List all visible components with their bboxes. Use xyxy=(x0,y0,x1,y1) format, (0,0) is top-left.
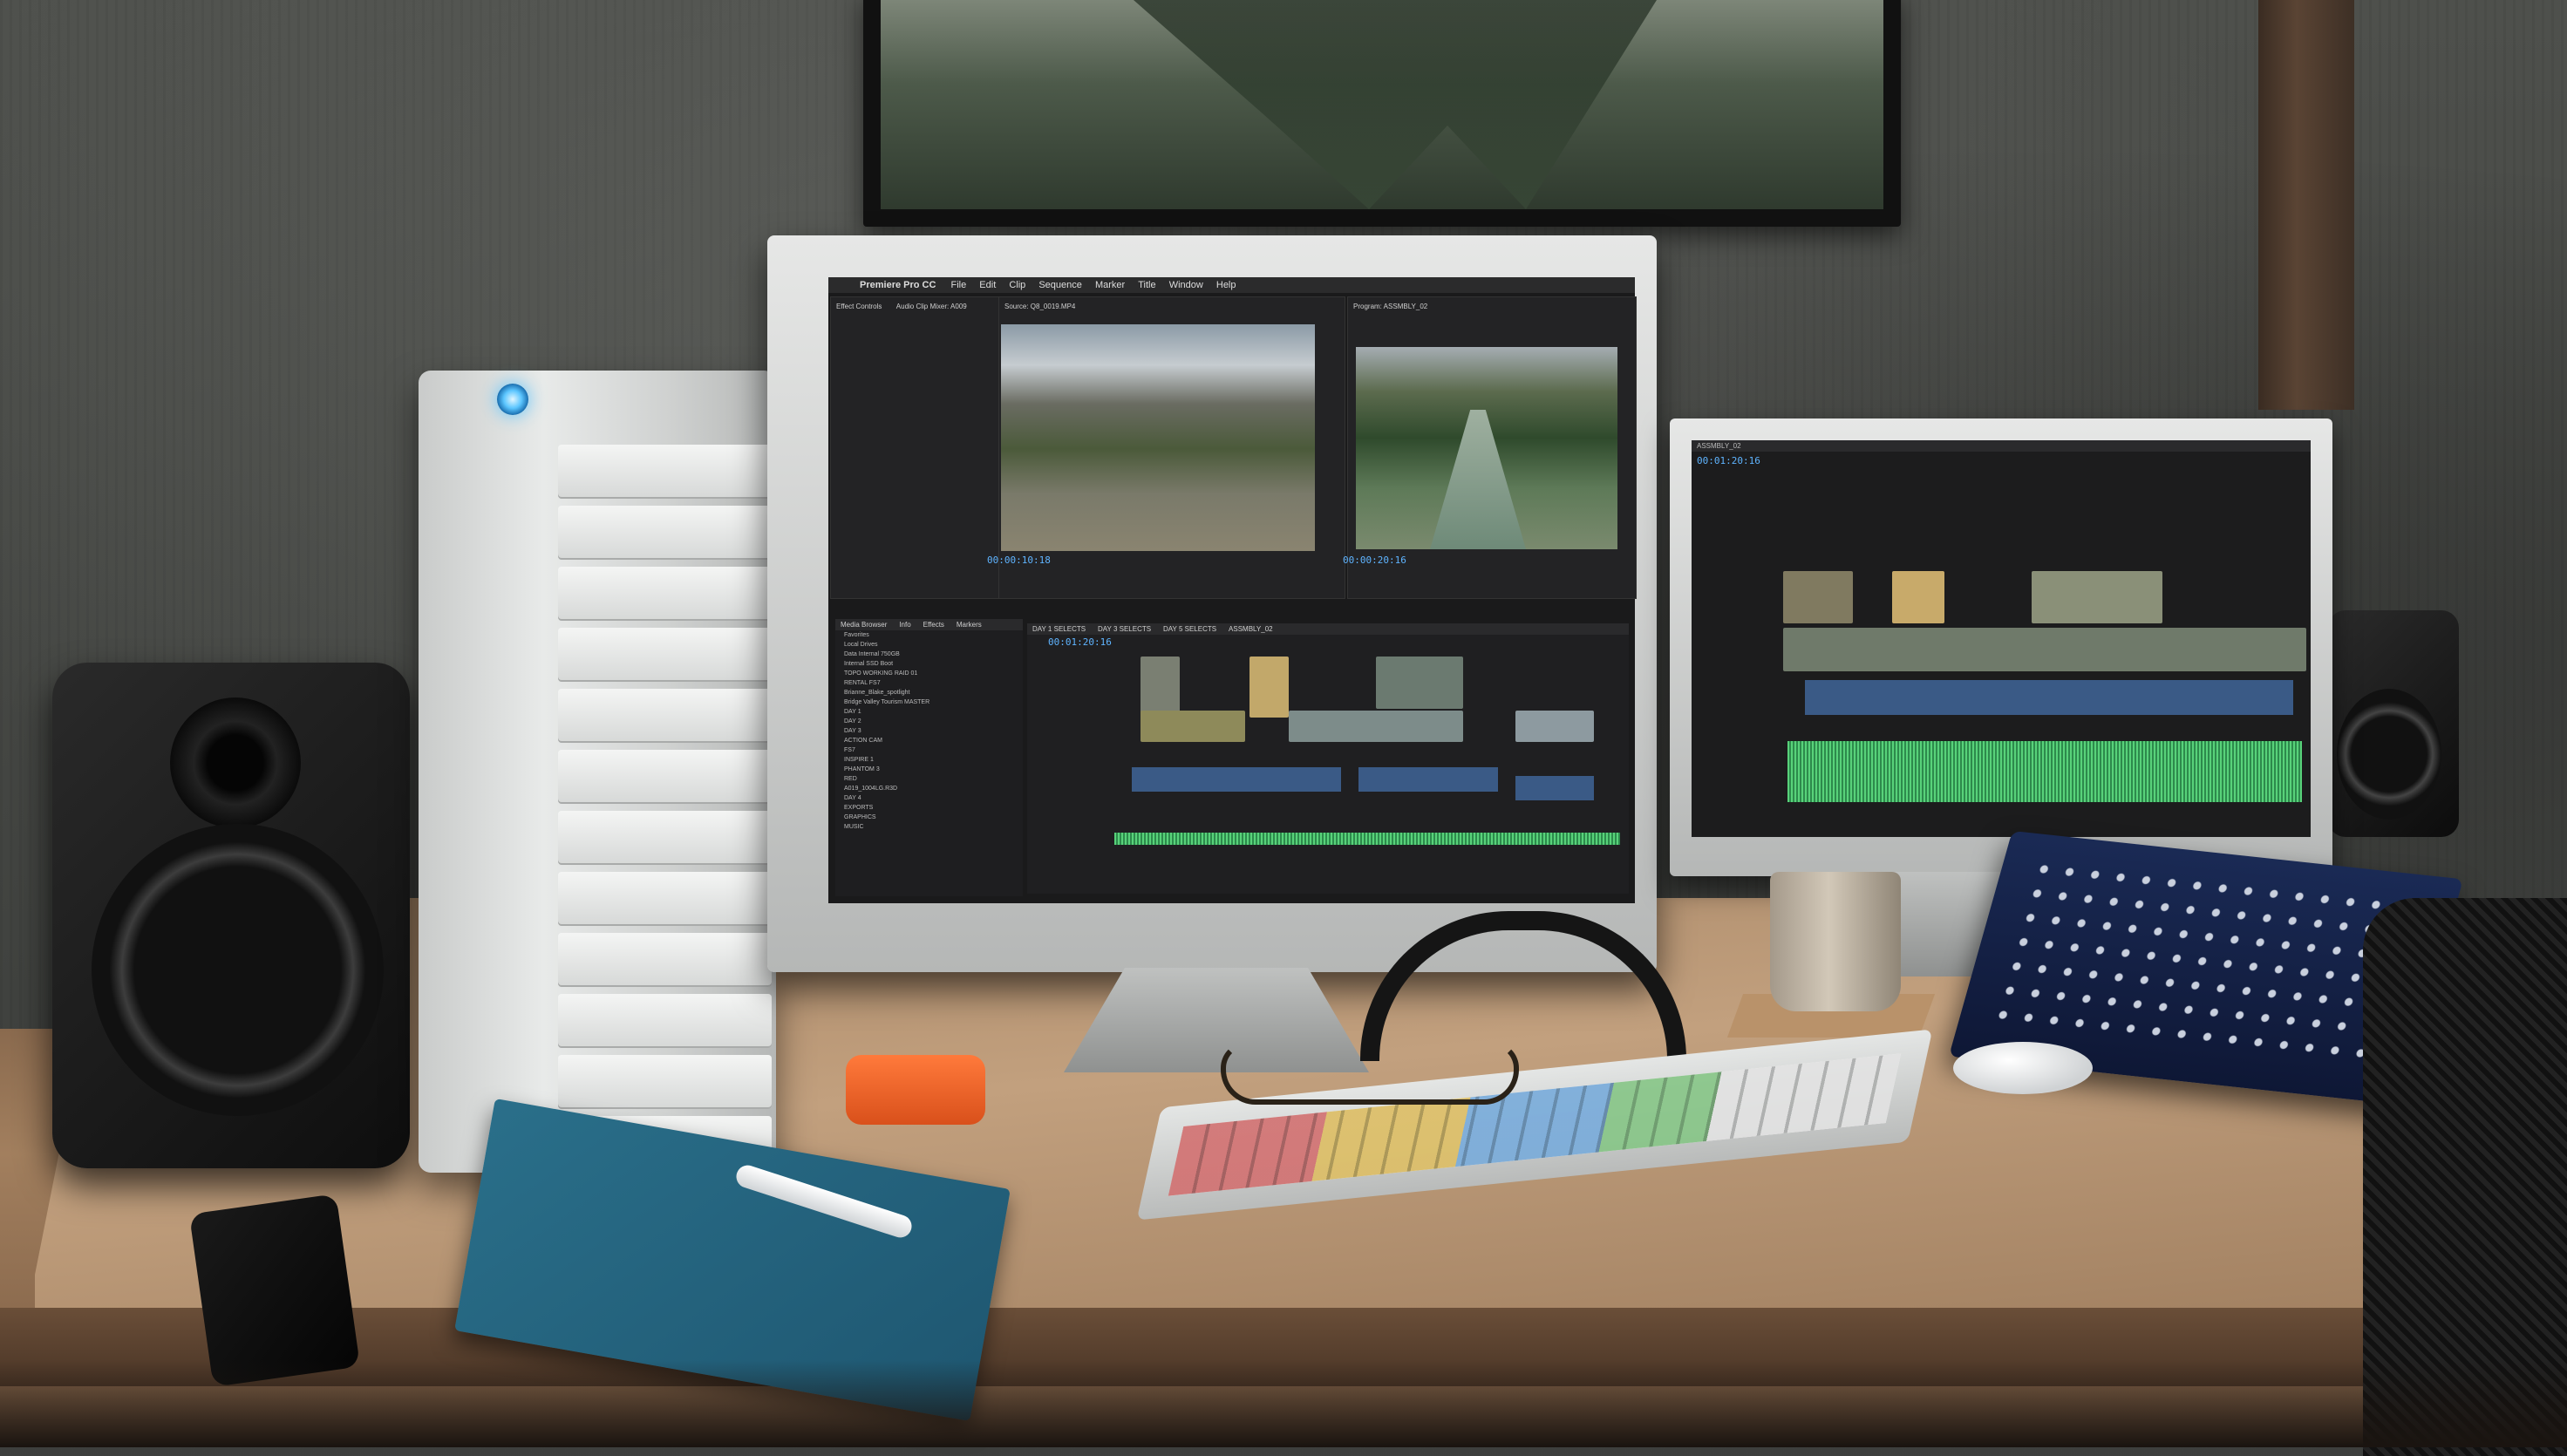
menu-clip[interactable]: Clip xyxy=(1009,277,1025,293)
drive-bay xyxy=(558,811,772,865)
video-clip[interactable] xyxy=(1289,711,1463,742)
speaker-left-tweeter xyxy=(170,697,301,828)
bin-item[interactable]: ACTION CAM xyxy=(835,736,1023,745)
menu-marker[interactable]: Marker xyxy=(1095,277,1125,293)
source-video-frame xyxy=(1001,324,1315,551)
eyeglasses xyxy=(1221,1042,1519,1105)
bin-item[interactable]: Local Drives xyxy=(835,640,1023,650)
bin-item[interactable]: A019_1004LG.R3D xyxy=(835,784,1023,793)
app-menubar: Premiere Pro CC File Edit Clip Sequence … xyxy=(828,277,1635,293)
speaker-right-woofer xyxy=(2337,689,2441,820)
timeline-tab[interactable]: DAY 5 SELECTS xyxy=(1158,623,1222,635)
app-name[interactable]: Premiere Pro CC xyxy=(860,277,936,293)
video-clip[interactable] xyxy=(1249,657,1289,718)
audio-clip[interactable] xyxy=(1805,680,2293,715)
drive-bay xyxy=(558,689,772,743)
bin-item[interactable]: GRAPHICS xyxy=(835,813,1023,822)
second-monitor-screen: ASSMBLY_02 00:01:20:16 xyxy=(1692,440,2311,837)
audio-waveform[interactable] xyxy=(1787,741,2302,802)
bin-item[interactable]: EXPORTS xyxy=(835,803,1023,813)
video-clip[interactable] xyxy=(1141,657,1180,718)
tab-audio-mixer[interactable]: Audio Clip Mixer: A009 xyxy=(891,301,972,312)
bin-item[interactable]: Internal SSD Boot xyxy=(835,659,1023,669)
drive-bay xyxy=(558,750,772,804)
rugged-ssd xyxy=(846,1055,985,1125)
bin-item[interactable]: INSPIRE 1 xyxy=(835,755,1023,765)
timeline-timecode: 00:01:20:16 xyxy=(1048,636,1112,648)
effect-controls-panel: Effect Controls Audio Clip Mixer: A009 xyxy=(830,296,999,599)
video-clip[interactable] xyxy=(1515,711,1594,742)
menu-window[interactable]: Window xyxy=(1169,277,1203,293)
drive-bay xyxy=(558,628,772,682)
bin-item[interactable]: FS7 xyxy=(835,745,1023,755)
tab-source[interactable]: Source: Q8_0019.MP4 xyxy=(999,301,1080,312)
source-timecode: 00:00:10:18 xyxy=(987,555,1051,566)
drive-bay xyxy=(558,994,772,1048)
audio-waveform[interactable] xyxy=(1114,833,1620,845)
second-timeline-tab[interactable]: ASSMBLY_02 xyxy=(1692,440,2311,452)
bin-item[interactable]: MUSIC xyxy=(835,822,1023,832)
bin-item[interactable]: DAY 4 xyxy=(835,793,1023,803)
bin-tree: Favorites Local Drives Data Internal 750GB… xyxy=(835,630,1023,832)
timeline-tab[interactable]: ASSMBLY_02 xyxy=(1223,623,1278,635)
audio-clip[interactable] xyxy=(1358,767,1498,792)
bin-item[interactable]: Favorites xyxy=(835,630,1023,640)
bin-item[interactable]: Brianne_Blake_spotlight xyxy=(835,688,1023,697)
tab-effect-controls[interactable]: Effect Controls xyxy=(831,301,887,312)
raid-power-led xyxy=(497,384,528,415)
drive-bay xyxy=(558,933,772,987)
drive-bay xyxy=(558,445,772,499)
audio-clip[interactable] xyxy=(1515,776,1594,800)
bin-item[interactable]: Data Internal 750GB xyxy=(835,650,1023,659)
tab-effects[interactable]: Effects xyxy=(918,619,950,630)
coffee-mug xyxy=(1770,872,1901,1011)
menu-title[interactable]: Title xyxy=(1138,277,1155,293)
video-clip[interactable] xyxy=(1783,571,1853,623)
drive-bay xyxy=(558,1055,772,1109)
media-browser-panel: Media Browser Info Effects Markers Favor… xyxy=(835,619,1023,896)
drive-bay xyxy=(558,872,772,926)
bin-item[interactable]: RED xyxy=(835,774,1023,784)
tab-program[interactable]: Program: ASSMBLY_02 xyxy=(1348,301,1433,312)
video-clip[interactable] xyxy=(1892,571,1944,623)
speaker-left-woofer xyxy=(92,824,384,1116)
tab-media-browser[interactable]: Media Browser xyxy=(835,619,892,630)
video-clip[interactable] xyxy=(1141,711,1245,742)
bin-item[interactable]: TOPO WORKING RAID 01 xyxy=(835,669,1023,678)
bin-item[interactable]: DAY 1 xyxy=(835,707,1023,717)
bin-item[interactable]: RENTAL FS7 xyxy=(835,678,1023,688)
timeline-panel: DAY 1 SELECTS DAY 3 SELECTS DAY 5 SELECT… xyxy=(1027,623,1629,894)
bin-item[interactable]: Bridge Valley Tourism MASTER xyxy=(835,697,1023,707)
video-clip[interactable] xyxy=(2032,571,2162,623)
menu-file[interactable]: File xyxy=(951,277,967,293)
second-timeline-timecode: 00:01:20:16 xyxy=(1697,455,1760,466)
bin-item[interactable]: PHANTOM 3 xyxy=(835,765,1023,774)
wooden-post xyxy=(2258,0,2354,410)
bin-item[interactable]: DAY 3 xyxy=(835,726,1023,736)
menu-edit[interactable]: Edit xyxy=(979,277,996,293)
drive-bay xyxy=(558,567,772,621)
program-timecode: 00:00:20:16 xyxy=(1343,555,1406,566)
bin-item[interactable]: DAY 2 xyxy=(835,717,1023,726)
video-clip[interactable] xyxy=(1783,628,2306,671)
glasses-case xyxy=(188,1194,361,1387)
timeline-tab[interactable]: DAY 1 SELECTS xyxy=(1027,623,1091,635)
floor-shadow xyxy=(0,1360,2567,1447)
menu-sequence[interactable]: Sequence xyxy=(1038,277,1082,293)
tab-info[interactable]: Info xyxy=(894,619,916,630)
raid-tower xyxy=(419,371,776,1173)
timeline-tab[interactable]: DAY 3 SELECTS xyxy=(1093,623,1156,635)
drive-bay xyxy=(558,506,772,560)
menu-help[interactable]: Help xyxy=(1216,277,1236,293)
audio-clip[interactable] xyxy=(1132,767,1341,792)
video-clip[interactable] xyxy=(1376,657,1463,709)
mouse xyxy=(1953,1042,2093,1094)
tab-markers[interactable]: Markers xyxy=(951,619,987,630)
